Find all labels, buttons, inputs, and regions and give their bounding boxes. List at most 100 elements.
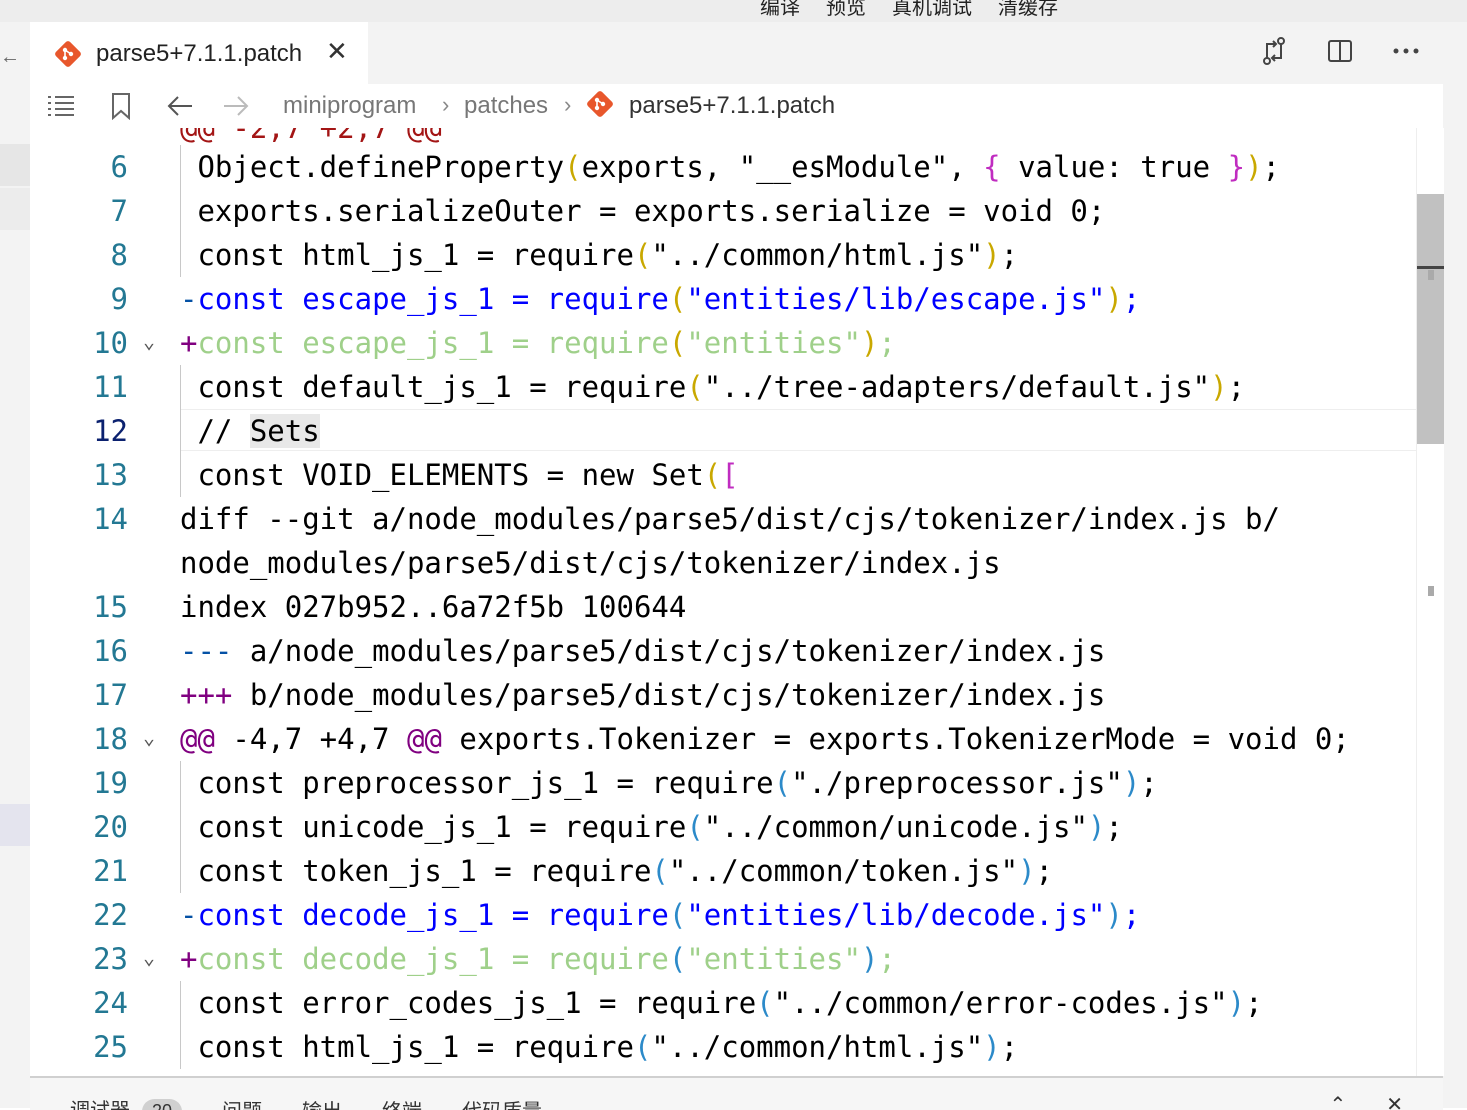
code-line: 19 const preprocessor_js_1 = require("./… <box>30 761 1416 805</box>
nav-back-icon[interactable] <box>166 94 194 123</box>
nav-forward-icon[interactable] <box>222 94 250 123</box>
scrollbar-marker <box>1428 586 1434 596</box>
bookmark-icon[interactable] <box>110 92 132 125</box>
code-line: 8 const html_js_1 = require("../common/h… <box>30 233 1416 277</box>
code-line: 21 const token_js_1 = require("../common… <box>30 849 1416 893</box>
outline-list-icon[interactable] <box>46 94 76 123</box>
scrollbar-cursor-marker <box>1417 266 1444 269</box>
code-line: 25 const html_js_1 = require("../common/… <box>30 1025 1416 1069</box>
left-panel-edge: ← <box>0 22 31 1108</box>
fold-chevron-icon[interactable]: ⌄ <box>143 947 155 967</box>
vertical-scrollbar[interactable] <box>1416 128 1444 1076</box>
code-line-hunk: 18 ⌄ @@ -4,7 +4,7 @@ exports.Tokenizer =… <box>30 717 1416 761</box>
line-number: 18 <box>30 717 128 761</box>
close-icon[interactable]: ✕ <box>326 36 348 67</box>
left-list-row[interactable] <box>0 188 30 230</box>
code-editor[interactable]: @@ -2,7 +2,7 @@ 6 Object.defineProperty(… <box>30 128 1416 1076</box>
tab-bar: parse5+7.1.1.patch ✕ <box>30 22 1443 84</box>
code-line: 6 Object.defineProperty(exports, "__esMo… <box>30 145 1416 189</box>
code-text: const html_js_1 = require("../common/htm… <box>180 233 1018 277</box>
compile-button[interactable]: 编译 <box>760 0 800 20</box>
tab-parse5-patch[interactable]: parse5+7.1.1.patch ✕ <box>30 22 368 84</box>
code-line: 11 const default_js_1 = require("../tree… <box>30 365 1416 409</box>
top-menu: 编译 预览 真机调试 清缓存 <box>760 0 1058 20</box>
code-text: // Sets <box>180 409 320 453</box>
current-line-highlight <box>180 409 1416 451</box>
code-line: 15 index 027b952..6a72f5b 100644 <box>30 585 1416 629</box>
code-text: --- a/node_modules/parse5/dist/cjs/token… <box>180 629 1105 673</box>
left-list-row[interactable] <box>0 144 30 186</box>
line-number: 10 <box>30 321 128 365</box>
code-text: Object.defineProperty(exports, "__esModu… <box>180 145 1280 189</box>
code-line: 7 exports.serializeOuter = exports.seria… <box>30 189 1416 233</box>
code-line-added: 10 ⌄ +const escape_js_1 = require("entit… <box>30 321 1416 365</box>
panel-actions: ⌃ ✕ <box>1329 1092 1403 1110</box>
code-line-added: 23 ⌄ +const decode_js_1 = require("entit… <box>30 937 1416 981</box>
more-actions-icon[interactable] <box>1391 36 1421 66</box>
bottom-panel: 调试器20 问题 输出 终端 代码质量 ⌃ ✕ <box>30 1076 1443 1110</box>
preview-button[interactable]: 预览 <box>826 0 866 20</box>
breadcrumb-separator: › <box>564 92 571 118</box>
clear-cache-button[interactable]: 清缓存 <box>998 0 1058 20</box>
code-line: 16 --- a/node_modules/parse5/dist/cjs/to… <box>30 629 1416 673</box>
code-text: +const decode_js_1 = require("entities")… <box>180 937 896 981</box>
line-number: 16 <box>30 629 128 673</box>
right-panel-edge <box>1442 22 1467 1108</box>
line-number: 25 <box>30 1025 128 1069</box>
code-line: 20 const unicode_js_1 = require("../comm… <box>30 805 1416 849</box>
line-number: 12 <box>30 409 128 453</box>
fold-chevron-icon[interactable]: ⌄ <box>143 331 155 351</box>
code-line-wrapped: node_modules/parse5/dist/cjs/tokenizer/i… <box>30 541 1416 585</box>
code-text: const error_codes_js_1 = require("../com… <box>180 981 1263 1025</box>
breadcrumb-folder-patches[interactable]: patches <box>464 92 548 120</box>
code-text: const VOID_ELEMENTS = new Set([ <box>180 453 739 497</box>
line-number: 8 <box>30 233 128 277</box>
code-text: const default_js_1 = require("../tree-ad… <box>180 365 1245 409</box>
back-arrow-icon[interactable]: ← <box>0 46 20 69</box>
line-number: 11 <box>30 365 128 409</box>
code-text: node_modules/parse5/dist/cjs/tokenizer/i… <box>180 541 1001 585</box>
line-number: 14 <box>30 497 128 541</box>
code-line: 14 diff --git a/node_modules/parse5/dist… <box>30 497 1416 541</box>
git-file-icon <box>54 40 82 73</box>
line-number: 6 <box>30 145 128 189</box>
line-number: 21 <box>30 849 128 893</box>
line-number: 23 <box>30 937 128 981</box>
code-line: 24 const error_codes_js_1 = require("../… <box>30 981 1416 1025</box>
breadcrumb-file[interactable]: parse5+7.1.1.patch <box>629 92 835 120</box>
breadcrumb-separator: › <box>442 92 449 118</box>
code-line-current: 12 // Sets <box>30 409 1416 453</box>
git-file-icon <box>586 90 614 123</box>
code-text: -const decode_js_1 = require("entities/l… <box>180 893 1140 937</box>
code-text: const unicode_js_1 = require("../common/… <box>180 805 1123 849</box>
scrollbar-marker <box>1428 270 1434 280</box>
scrollbar-thumb[interactable] <box>1417 194 1444 444</box>
line-number: 24 <box>30 981 128 1025</box>
chevron-up-icon[interactable]: ⌃ <box>1329 1092 1346 1110</box>
fold-chevron-icon[interactable]: ⌄ <box>143 727 155 747</box>
breadcrumb: miniprogram › patches › parse5+7.1.1.pat… <box>30 84 1443 128</box>
line-number: 7 <box>30 189 128 233</box>
tab-label: parse5+7.1.1.patch <box>96 40 302 68</box>
line-number: 20 <box>30 805 128 849</box>
code-text: index 027b952..6a72f5b 100644 <box>180 585 686 629</box>
code-text: exports.serializeOuter = exports.seriali… <box>180 189 1105 233</box>
code-text: +const escape_js_1 = require("entities")… <box>180 321 896 365</box>
remote-debug-button[interactable]: 真机调试 <box>892 0 972 20</box>
split-editor-icon[interactable] <box>1325 36 1355 66</box>
compare-changes-icon[interactable] <box>1259 36 1289 66</box>
line-number: 19 <box>30 761 128 805</box>
line-number: 9 <box>30 277 128 321</box>
code-text: const preprocessor_js_1 = require("./pre… <box>180 761 1158 805</box>
code-text: +++ b/node_modules/parse5/dist/cjs/token… <box>180 673 1105 717</box>
line-number: 13 <box>30 453 128 497</box>
code-text: const html_js_1 = require("../common/htm… <box>180 1025 1018 1069</box>
left-list-row[interactable] <box>0 804 30 846</box>
code-line-removed: 9 -const escape_js_1 = require("entities… <box>30 277 1416 321</box>
editor-actions <box>1259 36 1421 66</box>
code-text: -const escape_js_1 = require("entities/l… <box>180 277 1140 321</box>
code-line: 13 const VOID_ELEMENTS = new Set([ <box>30 453 1416 497</box>
code-text: @@ -4,7 +4,7 @@ exports.Tokenizer = expo… <box>180 717 1350 761</box>
close-panel-icon[interactable]: ✕ <box>1386 1092 1403 1110</box>
breadcrumb-folder-miniprogram[interactable]: miniprogram <box>283 92 416 120</box>
